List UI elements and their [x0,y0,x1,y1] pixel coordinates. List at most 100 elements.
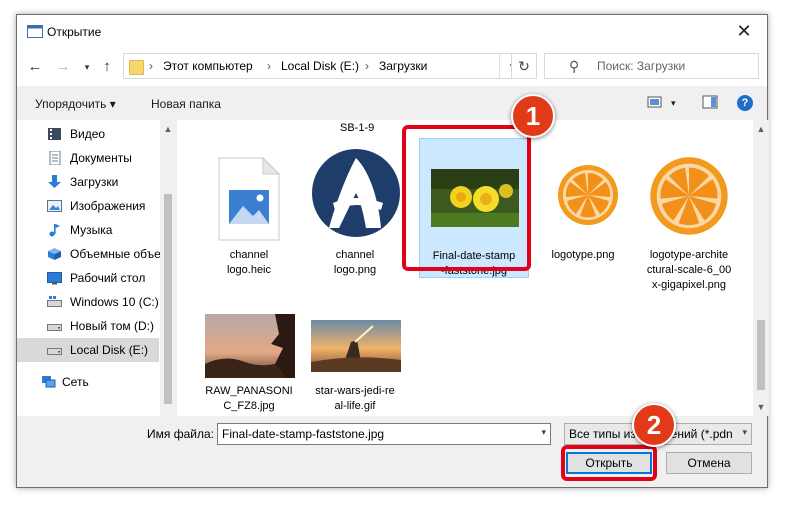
file-item[interactable]: star-wars-jedi-re al-life.gif [305,308,405,416]
file-item[interactable]: channel logo.png [305,138,405,278]
arrow-up-icon: ↑ [103,58,111,75]
sidebar-item-documents[interactable]: Документы [17,146,159,170]
sidebar-item-label: Windows 10 (C:) [70,295,159,309]
chevron-down-icon[interactable]: ▾ [541,427,546,438]
breadcrumb-this-pc[interactable]: Этот компьютер [163,59,253,73]
drive-icon [47,348,62,355]
file-name: channel logo.png [333,249,377,276]
file-item[interactable]: channel logo.heic [199,138,299,278]
scroll-down-icon[interactable]: ▼ [753,402,769,412]
breadcrumb-local-disk[interactable]: Local Disk (E:) [281,59,359,73]
pictures-icon [47,200,62,212]
navigation-pane: Видео Документы Загрузки Изображения Муз… [17,120,175,416]
sidebar-item-label: Новый том (D:) [70,319,154,333]
sidebar-scrollbar[interactable]: ▲ [160,120,175,416]
title-bar: Открытие ✕ [17,15,767,48]
chevron-down-icon[interactable]: ▾ [742,427,747,438]
folder-icon [129,60,144,75]
cancel-button[interactable]: Отмена [666,452,752,474]
channel-logo-thumbnail [312,149,400,237]
breadcrumb-separator-icon: › [267,59,271,73]
filename-value: Final-date-stamp-faststone.jpg [222,427,385,441]
orange-slice-thumbnail [558,165,618,225]
documents-icon [49,151,61,165]
partial-file-label: SB-1-9 [340,122,375,134]
sidebar-item-label: Сеть [62,375,89,389]
step-badge-2: 2 [632,403,676,447]
scroll-up-icon[interactable]: ▲ [753,124,769,134]
view-dropdown-icon[interactable]: ▾ [671,98,676,109]
new-folder-button[interactable]: Новая папка [151,97,221,111]
drive-icon [47,296,62,307]
back-button[interactable]: ← [25,59,45,75]
close-icon: ✕ [736,21,752,41]
search-placeholder: Поиск: Загрузки [597,59,686,73]
image-file-icon [218,156,281,241]
refresh-icon: ↻ [518,58,530,74]
arrow-left-icon: ← [27,58,43,75]
sidebar-item-desktop[interactable]: Рабочий стол [17,266,159,290]
address-bar[interactable]: › Этот компьютер › Local Disk (E:) › Заг… [123,53,527,79]
preview-pane-icon[interactable] [702,95,718,109]
scroll-up-icon[interactable]: ▲ [160,124,175,134]
breadcrumb-separator-icon: › [149,59,153,73]
3d-objects-icon [48,248,61,260]
file-name: RAW_PANASONI C_FZ8.jpg [205,385,293,412]
sidebar-item-drive-c[interactable]: Windows 10 (C:) [17,290,159,314]
navigation-bar: ← → ▾ ↑ › Этот компьютер › Local Disk (E… [17,48,767,86]
file-name: logotype.png [551,249,615,261]
sidebar-item-label: Загрузки [70,175,119,189]
sidebar-item-network[interactable]: Сеть [17,370,159,394]
file-name: channel logo.heic [226,249,272,276]
file-item[interactable]: logotype-archite ctural-scale-6_00 x-gigap… [633,138,745,298]
sidebar-item-label: Рабочий стол [70,271,146,285]
file-list-scrollbar[interactable]: ▲ ▼ [753,120,769,416]
filename-label: Имя файла: [147,427,214,441]
sidebar-item-music[interactable]: Музыка [17,218,159,242]
view-options-icon[interactable] [647,95,663,109]
sidebar-item-pictures[interactable]: Изображения [17,194,159,218]
breadcrumb-downloads[interactable]: Загрузки [379,59,427,73]
sidebar-item-drive-e[interactable]: Local Disk (E:) [17,338,159,362]
sidebar-item-drive-d[interactable]: Новый том (D:) [17,314,159,338]
breadcrumb-separator-icon: › [365,59,369,73]
close-button[interactable]: ✕ [721,15,767,48]
file-item[interactable]: RAW_PANASONI C_FZ8.jpg [199,308,299,416]
file-name: star-wars-jedi-re al-life.gif [315,385,395,412]
desktop-icon [47,272,62,285]
jedi-photo-thumbnail [311,320,401,372]
search-box[interactable]: ⚲ Поиск: Загрузки [544,53,759,79]
arrow-right-icon: → [55,58,71,75]
sidebar-item-label: Музыка [70,223,113,237]
sidebar-item-video[interactable]: Видео [17,122,159,146]
file-item[interactable]: logotype.png [533,138,633,278]
step-badge-1: 1 [511,94,555,138]
sidebar-item-label: Документы [70,151,132,165]
file-list-scrollbar-thumb[interactable] [757,320,765,390]
sunset-photo-thumbnail [205,314,295,378]
orange-slice-large-thumbnail [650,157,728,235]
sidebar-scrollbar-thumb[interactable] [164,194,172,404]
sidebar-item-label: Local Disk (E:) [70,343,149,357]
forward-button[interactable]: → [53,59,73,75]
search-icon: ⚲ [569,58,580,74]
help-icon[interactable]: ? [737,95,753,111]
drive-icon [47,324,62,331]
recent-locations-button[interactable]: ▾ [77,59,97,75]
callout-highlight-open-button [561,445,657,481]
sidebar-item-3d-objects[interactable]: Объемные объе [17,242,161,266]
sidebar-item-downloads[interactable]: Загрузки [17,170,159,194]
refresh-button[interactable]: ↻ [511,53,537,79]
sidebar-item-label: Изображения [70,199,146,213]
network-icon [42,376,56,388]
filename-input[interactable]: Final-date-stamp-faststone.jpg ▾ [217,423,551,445]
chevron-down-icon: ▾ [84,62,90,72]
downloads-icon [48,175,61,188]
organize-button[interactable]: Упорядочить ▾ [35,97,116,111]
command-toolbar: Упорядочить ▾ Новая папка ▾ [17,86,767,120]
up-button[interactable]: ↑ [97,59,117,75]
music-icon [49,224,60,237]
dialog-app-icon [27,25,43,38]
video-icon [48,128,61,140]
callout-highlight-selected-file [402,125,531,271]
